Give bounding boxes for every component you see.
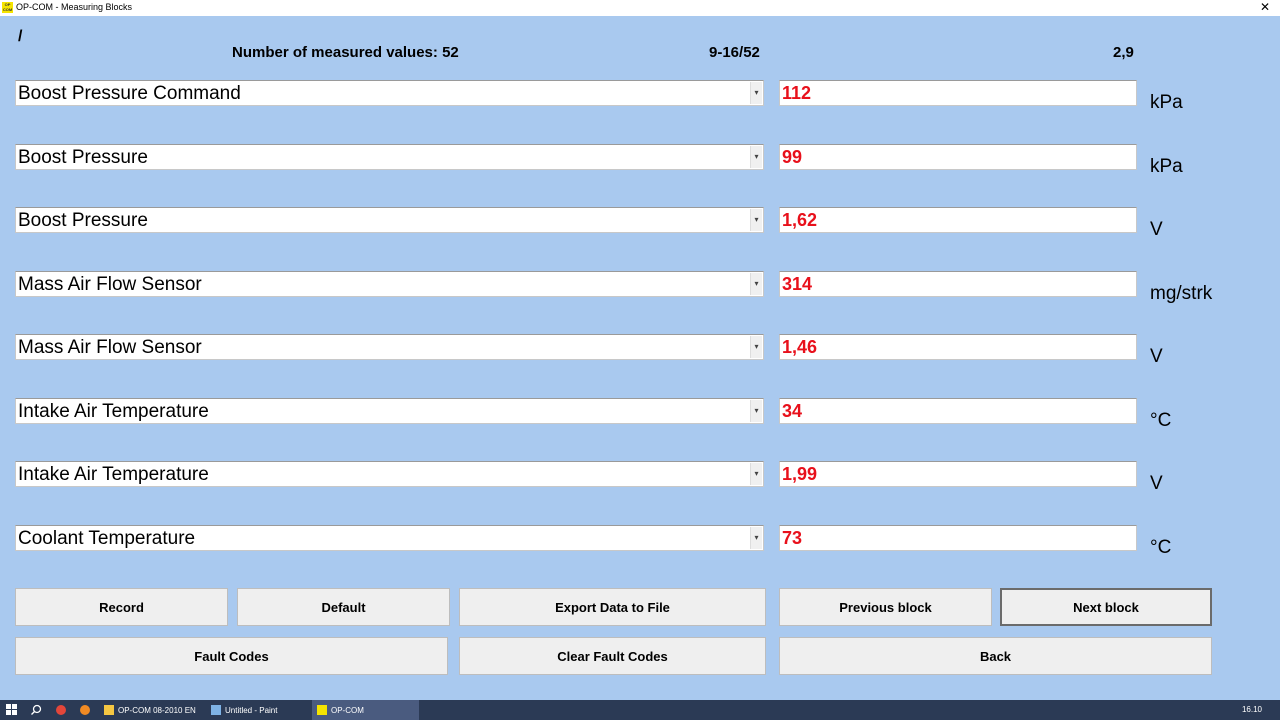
taskbar-item-opcom-installer[interactable]: OP-COM 08-2010 EN — [104, 700, 196, 720]
unit-label: °C — [1150, 410, 1172, 431]
measurement-row: Mass Air Flow Sensor ▾ 1,46 V — [0, 334, 1280, 367]
windows-start-icon[interactable] — [6, 704, 17, 715]
chevron-down-icon[interactable]: ▾ — [750, 82, 762, 104]
export-data-button[interactable]: Export Data to File — [459, 588, 766, 626]
default-button[interactable]: Default — [237, 588, 450, 626]
close-icon[interactable]: ✕ — [1260, 0, 1270, 14]
chevron-down-icon[interactable]: ▾ — [750, 273, 762, 295]
fault-codes-button[interactable]: Fault Codes — [15, 637, 448, 675]
parameter-select[interactable]: Mass Air Flow Sensor ▾ — [15, 271, 764, 297]
measurement-row: Boost Pressure Command ▾ 112 kPa — [0, 80, 1280, 113]
parameter-select[interactable]: Mass Air Flow Sensor ▾ — [15, 334, 764, 360]
search-icon[interactable] — [31, 704, 42, 715]
parameter-select[interactable]: Coolant Temperature ▾ — [15, 525, 764, 551]
value-field: 112 — [779, 80, 1137, 106]
measurement-row: Intake Air Temperature ▾ 34 °C — [0, 398, 1280, 431]
unit-label: kPa — [1150, 92, 1183, 113]
value-text: 1,62 — [782, 210, 818, 230]
window-title: OP-COM - Measuring Blocks — [16, 2, 133, 12]
clear-fault-codes-button[interactable]: Clear Fault Codes — [459, 637, 766, 675]
parameter-label: Boost Pressure — [18, 210, 148, 231]
chevron-down-icon[interactable]: ▾ — [750, 209, 762, 231]
value-text: 112 — [782, 83, 812, 103]
chevron-down-icon[interactable]: ▾ — [750, 463, 762, 485]
path-indicator: / — [18, 28, 23, 45]
parameter-select[interactable]: Boost Pressure ▾ — [15, 207, 764, 233]
value-text: 314 — [782, 274, 813, 294]
taskbar: OP-COM 08-2010 EN Untitled - Paint OP-CO… — [0, 700, 1280, 720]
value-field: 99 — [779, 144, 1137, 170]
measurement-row: Mass Air Flow Sensor ▾ 314 mg/strk — [0, 271, 1280, 304]
chevron-down-icon[interactable]: ▾ — [750, 146, 762, 168]
parameter-label: Boost Pressure — [18, 147, 148, 168]
block-range: 9-16/52 — [709, 44, 760, 61]
op-com-icon — [317, 705, 327, 715]
chrome-icon[interactable] — [56, 700, 70, 720]
parameter-select[interactable]: Intake Air Temperature ▾ — [15, 461, 764, 487]
chevron-down-icon[interactable]: ▾ — [750, 336, 762, 358]
value-text: 1,99 — [782, 464, 818, 484]
record-button[interactable]: Record — [15, 588, 228, 626]
value-text: 1,46 — [782, 337, 818, 357]
chevron-down-icon[interactable]: ▾ — [750, 400, 762, 422]
taskbar-item-opcom[interactable]: OP-COM — [312, 700, 419, 720]
unit-label: mg/strk — [1150, 283, 1213, 304]
op-com-app-icon: OP COM — [2, 2, 13, 13]
value-field: 34 — [779, 398, 1137, 424]
next-block-button[interactable]: Next block — [1000, 588, 1212, 626]
value-field: 1,99 — [779, 461, 1137, 487]
back-button[interactable]: Back — [779, 637, 1212, 675]
title-bar: OP COM OP-COM - Measuring Blocks ✕ — [0, 0, 1280, 16]
measured-values-count: Number of measured values: 52 — [232, 44, 459, 61]
paint-icon — [211, 705, 221, 715]
value-text: 73 — [782, 528, 803, 548]
previous-block-button[interactable]: Previous block — [779, 588, 992, 626]
tray-clock: 16.10 — [1241, 705, 1262, 714]
measurement-row: Intake Air Temperature ▾ 1,99 V — [0, 461, 1280, 494]
unit-label: V — [1150, 219, 1163, 240]
parameter-select[interactable]: Boost Pressure Command ▾ — [15, 80, 764, 106]
parameter-select[interactable]: Intake Air Temperature ▾ — [15, 398, 764, 424]
taskbar-item-label: OP-COM — [331, 705, 364, 715]
parameter-label: Boost Pressure Command — [18, 83, 241, 104]
parameter-label: Intake Air Temperature — [18, 464, 209, 485]
value-field: 73 — [779, 525, 1137, 551]
value-field: 1,62 — [779, 207, 1137, 233]
taskbar-item-label: OP-COM 08-2010 EN — [118, 705, 196, 715]
taskbar-item-paint[interactable]: Untitled - Paint — [211, 700, 277, 720]
measurement-row: Boost Pressure ▾ 1,62 V — [0, 207, 1280, 240]
value-field: 314 — [779, 271, 1137, 297]
measurement-row: Coolant Temperature ▾ 73 °C — [0, 525, 1280, 558]
folder-icon — [104, 705, 114, 715]
value-field: 1,46 — [779, 334, 1137, 360]
unit-label: V — [1150, 473, 1163, 494]
parameter-label: Intake Air Temperature — [18, 401, 209, 422]
measurement-row: Boost Pressure ▾ 99 kPa — [0, 144, 1280, 177]
firefox-icon[interactable] — [80, 700, 94, 720]
parameter-label: Mass Air Flow Sensor — [18, 337, 202, 358]
chevron-down-icon[interactable]: ▾ — [750, 527, 762, 549]
parameter-select[interactable]: Boost Pressure ▾ — [15, 144, 764, 170]
taskbar-item-label: Untitled - Paint — [225, 705, 278, 715]
refresh-rate: 2,9 — [1113, 44, 1134, 61]
unit-label: kPa — [1150, 156, 1183, 177]
value-text: 99 — [782, 147, 803, 167]
parameter-label: Coolant Temperature — [18, 528, 196, 549]
parameter-label: Mass Air Flow Sensor — [18, 274, 202, 295]
unit-label: °C — [1150, 537, 1172, 558]
unit-label: V — [1150, 346, 1163, 367]
value-text: 34 — [782, 401, 803, 421]
